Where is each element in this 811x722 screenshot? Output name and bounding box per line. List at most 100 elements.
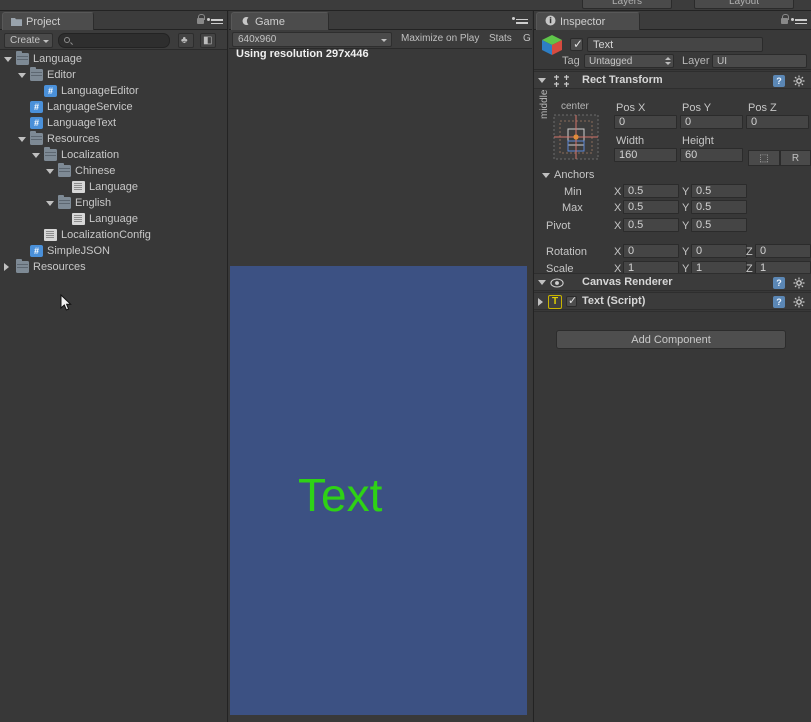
pos-x-input[interactable]: 0 <box>614 115 677 129</box>
anchor-preset-widget[interactable] <box>552 113 600 161</box>
maximize-on-play-button[interactable]: Maximize on Play <box>397 32 483 47</box>
gameobject-cube-icon <box>542 35 562 55</box>
foldout-arrow-icon[interactable] <box>538 280 546 285</box>
layer-label: Layer <box>682 55 710 67</box>
component-title: Text (Script) <box>582 295 646 307</box>
gear-icon[interactable] <box>793 277 805 289</box>
resolution-dropdown[interactable]: 640x960 <box>232 32 392 47</box>
tree-item[interactable]: # LanguageService <box>0 99 227 115</box>
component-enabled-checkbox[interactable]: ✓ <box>566 295 578 307</box>
pivot-y-input[interactable]: 0.5 <box>691 218 747 232</box>
component-header-canvas-renderer[interactable]: Canvas Renderer ? <box>534 273 811 291</box>
foldout-arrow-icon[interactable] <box>4 57 12 62</box>
tree-item-label: SimpleJSON <box>47 245 110 257</box>
tree-item-label: LanguageService <box>47 101 133 113</box>
width-label: Width <box>616 135 645 147</box>
search-input[interactable] <box>58 33 170 48</box>
csharp-script-icon: # <box>30 245 43 257</box>
inspector-tab-tools <box>780 14 807 25</box>
pivot-x-input[interactable]: 0.5 <box>623 218 679 232</box>
foldout-arrow-icon[interactable] <box>18 137 26 142</box>
resolution-note: Using resolution 297x446 <box>236 48 369 60</box>
anchor-min-x-input[interactable]: 0.5 <box>623 184 679 198</box>
project-asset-tree[interactable]: Language Editor # LanguageEditor # LanguageSe… <box>0 51 227 722</box>
foldout-arrow-icon[interactable] <box>18 73 26 78</box>
gameobject-enabled-checkbox[interactable]: ✓ <box>570 37 584 51</box>
component-header-text-script[interactable]: T ✓ Text (Script) ? <box>534 292 811 310</box>
rotation-z-input[interactable]: 0 <box>755 244 811 258</box>
foldout-arrow-icon[interactable] <box>46 169 54 174</box>
foldout-arrow-icon[interactable] <box>32 153 40 158</box>
pos-y-input[interactable]: 0 <box>680 115 743 129</box>
rotation-x-input[interactable]: 0 <box>623 244 679 258</box>
rotation-y-input[interactable]: 0 <box>691 244 747 258</box>
check-icon: ✓ <box>568 295 578 307</box>
folder-icon <box>58 195 71 209</box>
panel-menu-icon[interactable] <box>207 15 223 25</box>
tree-item[interactable]: Language <box>0 211 227 227</box>
tree-item[interactable]: # LanguageText <box>0 115 227 131</box>
resolution-value: 640x960 <box>238 34 277 45</box>
csharp-script-icon: # <box>30 117 43 129</box>
raw-edit-mode-button[interactable]: R <box>780 150 811 166</box>
tree-item[interactable]: Chinese <box>0 163 227 179</box>
tree-item[interactable]: Resources <box>0 259 227 275</box>
layer-value: UI <box>717 56 727 67</box>
favorites-glyph: ♣ <box>181 35 188 46</box>
panel-menu-icon[interactable] <box>791 15 807 25</box>
anchor-max-x-input[interactable]: 0.5 <box>623 200 679 214</box>
component-header-rect-transform[interactable]: Rect Transform ? <box>534 71 811 89</box>
foldout-arrow-icon[interactable] <box>538 298 543 306</box>
anchor-max-y-input[interactable]: 0.5 <box>691 200 747 214</box>
foldout-arrow-icon[interactable] <box>46 201 54 206</box>
axis-y-label: Y <box>682 202 690 214</box>
layout-dropdown[interactable]: Layout <box>694 0 794 9</box>
game-render-view[interactable]: Text <box>230 266 527 715</box>
help-icon[interactable]: ? <box>773 277 785 289</box>
gear-icon[interactable] <box>793 75 805 87</box>
tree-item[interactable]: # LanguageEditor <box>0 83 227 99</box>
layers-dropdown[interactable]: Layers <box>582 0 672 9</box>
tree-item[interactable]: LocalizationConfig <box>0 227 227 243</box>
anchor-min-y-input[interactable]: 0.5 <box>691 184 747 198</box>
blueprint-mode-button[interactable]: ⬚ <box>748 150 780 166</box>
stats-button[interactable]: Stats <box>485 32 516 47</box>
tree-item[interactable]: # SimpleJSON <box>0 243 227 259</box>
game-text-label: Text <box>298 469 383 521</box>
tag-dropdown[interactable]: Untagged <box>584 54 674 68</box>
tree-item[interactable]: Localization <box>0 147 227 163</box>
pos-z-input[interactable]: 0 <box>746 115 809 129</box>
anchor-preset-v-label: middle <box>539 89 550 119</box>
tree-item[interactable]: Language <box>0 179 227 195</box>
width-input[interactable]: 160 <box>614 148 677 162</box>
foldout-arrow-icon[interactable] <box>538 78 546 83</box>
tree-item[interactable]: English <box>0 195 227 211</box>
anchors-label: Anchors <box>554 169 595 181</box>
help-icon[interactable]: ? <box>773 75 785 87</box>
favorites-icon[interactable]: ♣ <box>178 33 194 48</box>
tree-item[interactable]: Editor <box>0 67 227 83</box>
height-input[interactable]: 60 <box>680 148 743 162</box>
inspector-object-header: ✓ Text Static Tag Untagged Layer UI <box>534 30 811 70</box>
check-icon: ✓ <box>573 37 584 51</box>
lock-icon[interactable] <box>196 14 205 25</box>
search-icon <box>64 37 70 43</box>
add-component-button[interactable]: Add Component <box>556 330 786 349</box>
chevron-down-icon <box>43 40 50 43</box>
tab-inspector[interactable]: Inspector <box>536 12 640 30</box>
tree-item[interactable]: Resources <box>0 131 227 147</box>
gameobject-name-input[interactable]: Text <box>587 37 763 52</box>
lock-icon[interactable] <box>780 14 789 25</box>
tree-item[interactable]: Language <box>0 51 227 67</box>
help-icon[interactable]: ? <box>773 296 785 308</box>
foldout-arrow-icon[interactable] <box>4 263 9 271</box>
tab-project[interactable]: Project <box>2 12 94 30</box>
tab-game[interactable]: Game <box>231 12 329 30</box>
create-button[interactable]: Create <box>4 33 54 48</box>
gear-icon[interactable] <box>793 296 805 308</box>
folder-icon <box>44 147 57 161</box>
label-tag-icon[interactable]: ◧ <box>200 33 216 48</box>
layer-dropdown[interactable]: UI <box>712 54 807 68</box>
rotation-label: Rotation <box>546 246 587 258</box>
panel-menu-icon[interactable] <box>512 14 528 24</box>
